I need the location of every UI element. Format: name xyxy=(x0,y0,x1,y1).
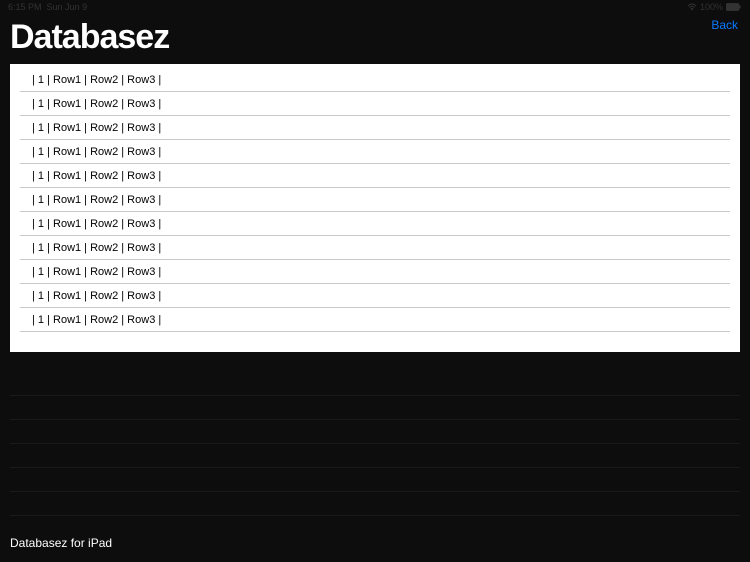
table-row[interactable]: | 1 | Row1 | Row2 | Row3 | xyxy=(20,308,730,332)
table-row[interactable]: | 1 | Row1 | Row2 | Row3 | xyxy=(20,260,730,284)
status-right: 100% xyxy=(687,2,742,12)
back-button[interactable]: Back xyxy=(711,18,738,32)
page-title: Databasez xyxy=(10,20,169,54)
table-row[interactable]: | 1 | Row1 | Row2 | Row3 | xyxy=(20,236,730,260)
table-row[interactable]: | 1 | Row1 | Row2 | Row3 | xyxy=(20,116,730,140)
empty-row xyxy=(10,420,740,444)
table-row[interactable]: | 1 | Row1 | Row2 | Row3 | xyxy=(20,66,730,92)
empty-row xyxy=(10,468,740,492)
empty-row xyxy=(10,444,740,468)
status-left: 6:15 PM Sun Jun 9 xyxy=(8,2,87,12)
table-row[interactable]: | 1 | Row1 | Row2 | Row3 | xyxy=(20,164,730,188)
table-row[interactable]: | 1 | Row1 | Row2 | Row3 | xyxy=(20,92,730,116)
table-row[interactable]: | 1 | Row1 | Row2 | Row3 | xyxy=(20,212,730,236)
status-date: Sun Jun 9 xyxy=(47,2,88,12)
header: Databasez Back xyxy=(0,14,750,64)
empty-row xyxy=(10,372,740,396)
status-bar: 6:15 PM Sun Jun 9 100% xyxy=(0,0,750,14)
table-row[interactable]: | 1 | Row1 | Row2 | Row3 | xyxy=(20,140,730,164)
empty-rows xyxy=(0,372,750,516)
wifi-icon xyxy=(687,3,697,11)
footer-label: Databasez for iPad xyxy=(10,536,112,550)
data-list: | 1 | Row1 | Row2 | Row3 | | 1 | Row1 | … xyxy=(10,64,740,352)
empty-row xyxy=(10,396,740,420)
table-row[interactable]: | 1 | Row1 | Row2 | Row3 | xyxy=(20,284,730,308)
status-time: 6:15 PM xyxy=(8,2,42,12)
empty-row xyxy=(10,492,740,516)
status-battery-pct: 100% xyxy=(700,2,723,12)
battery-icon xyxy=(726,3,742,11)
table-row[interactable]: | 1 | Row1 | Row2 | Row3 | xyxy=(20,188,730,212)
